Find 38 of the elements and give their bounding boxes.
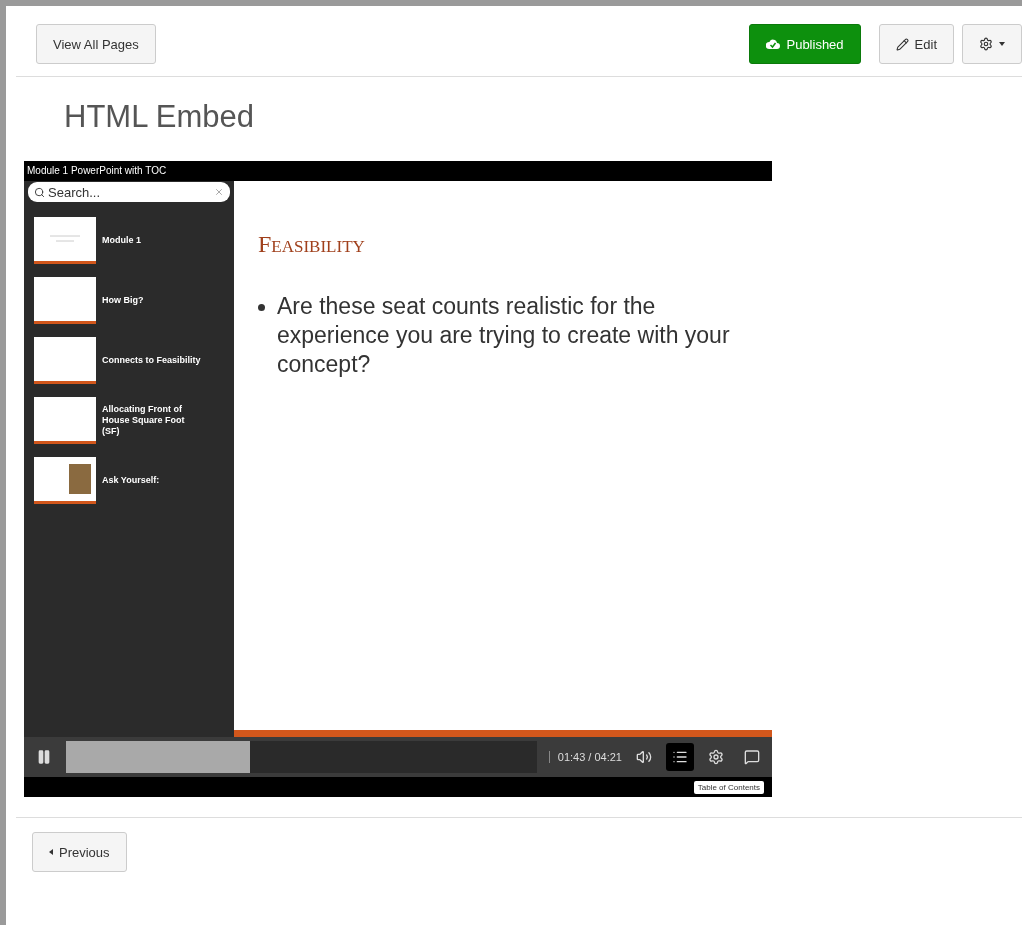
list-icon: [672, 749, 688, 765]
settings-icon: [708, 749, 724, 765]
time-display: 01:43 / 04:21: [548, 751, 622, 763]
toc-item[interactable]: Allocating Front of House Square Foot (SF): [28, 390, 230, 450]
player-title: Module 1 PowerPoint with TOC: [26, 164, 168, 178]
search-input[interactable]: Search...: [48, 184, 211, 200]
slide-bullet-text: Are these seat counts realistic for the experience you are trying to create with your concept?: [277, 292, 731, 379]
pause-icon: [36, 749, 52, 765]
edit-button[interactable]: Edit: [878, 24, 954, 64]
slide-heading: Feasibility: [258, 231, 366, 258]
photo-placeholder: [69, 463, 91, 494]
table-of-contents-button[interactable]: [666, 743, 694, 771]
toc-item[interactable]: Ask Yourself:: [28, 450, 230, 510]
text-lines-icon: [50, 233, 80, 244]
progress-track[interactable]: [66, 741, 537, 773]
slide-thumbnail: [34, 276, 96, 324]
toc-item[interactable]: How Big?: [28, 270, 230, 330]
page-title: HTML Embed: [64, 99, 256, 135]
previous-button[interactable]: Previous: [32, 832, 127, 872]
speech-bubble-icon: [744, 749, 760, 765]
slide-thumbnail: [34, 396, 96, 444]
bullet-icon: [258, 304, 265, 311]
slide-thumbnail: [34, 336, 96, 384]
clear-icon: [214, 187, 224, 197]
view-all-pages-button[interactable]: View All Pages: [36, 24, 156, 64]
toc-item[interactable]: Module 1: [28, 210, 230, 270]
published-button[interactable]: Published: [749, 24, 861, 64]
toc-item[interactable]: Connects to Feasibility: [28, 330, 230, 390]
caret-icon: [999, 42, 1005, 46]
pencil-icon: [895, 37, 909, 51]
search-field[interactable]: Search...: [28, 182, 230, 202]
settings-menu-button[interactable]: [962, 24, 1022, 64]
caret-left-icon: [49, 849, 53, 855]
speaker-icon: [636, 749, 652, 765]
cloud-check-icon: [766, 38, 781, 50]
search-icon: [34, 186, 45, 198]
settings-icon: [979, 37, 993, 51]
tooltip: Table of Contents: [693, 780, 764, 794]
